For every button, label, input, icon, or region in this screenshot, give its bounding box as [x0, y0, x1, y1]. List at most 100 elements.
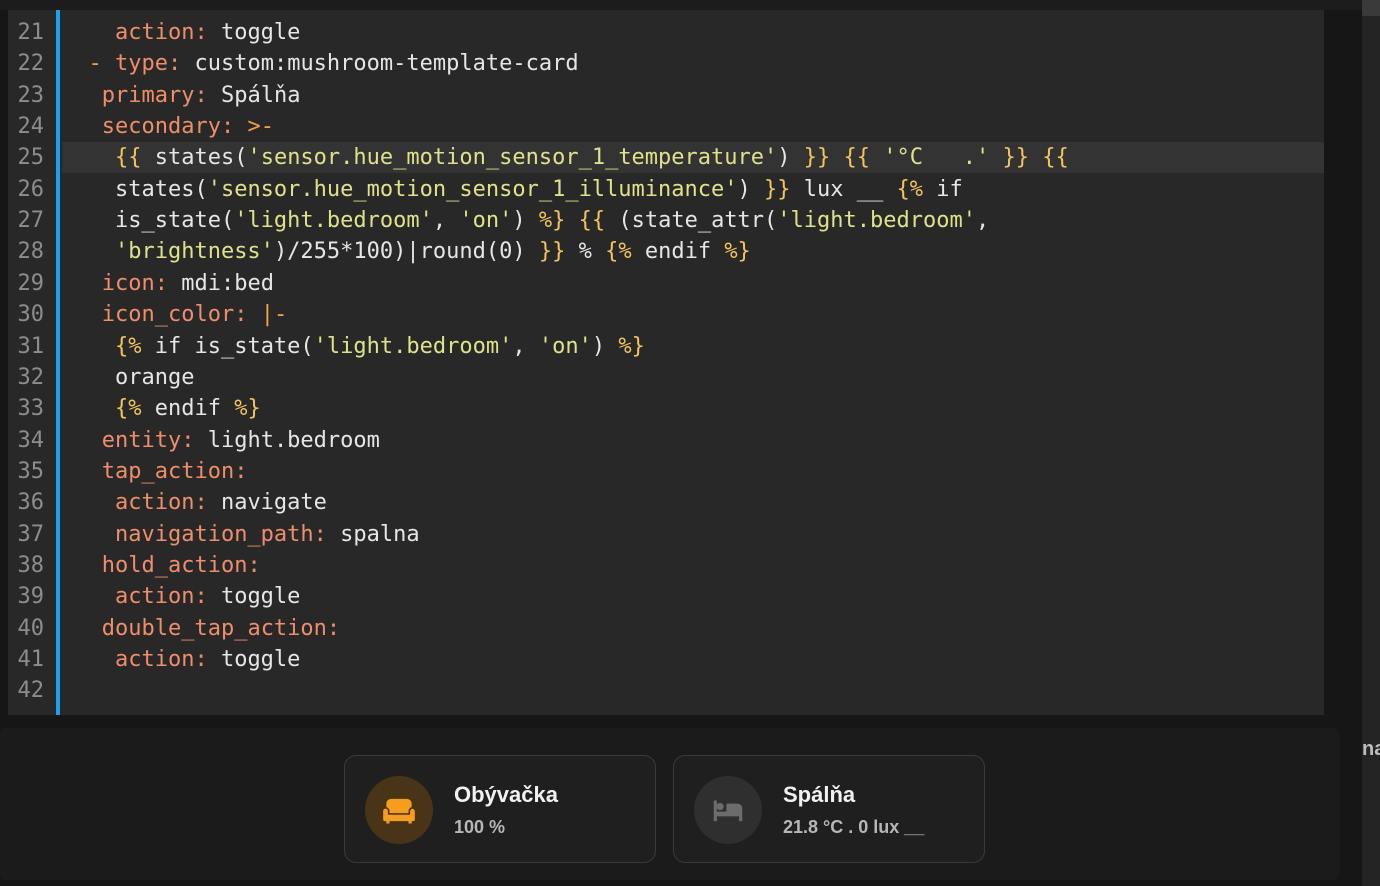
code-line[interactable]: secondary: >- — [62, 111, 1324, 142]
code-line[interactable]: {% endif %} — [62, 393, 1324, 424]
code-token: {{ — [1042, 145, 1069, 171]
code-token: mdi:bed — [167, 270, 274, 296]
code-token: ) — [591, 333, 619, 359]
line-number: 38 — [17, 552, 45, 578]
code-line[interactable]: 'brightness')/255*100)|round(0) }} % {% … — [62, 236, 1324, 267]
code-token: action: — [114, 20, 208, 45]
line-number: 33 — [17, 396, 45, 422]
code-token: }} — [764, 176, 791, 202]
code-line[interactable]: {% if is_state('light.bedroom', 'on') %} — [62, 331, 1324, 362]
code-token: icon_color: — [101, 302, 248, 328]
code-token: 'light.bedroom' — [234, 208, 433, 234]
code-token: action: — [114, 490, 208, 516]
code-line[interactable]: tap_action: — [62, 456, 1324, 487]
code-token: action: — [114, 647, 208, 672]
code-token: action: — [114, 584, 208, 610]
code-token: endif — [631, 239, 725, 265]
code-line[interactable]: action: navigate — [62, 487, 1324, 518]
code-line[interactable]: action: toggle — [62, 581, 1324, 612]
code-line[interactable]: is_state('light.bedroom', 'on') %} {{ (s… — [62, 205, 1324, 236]
code-line[interactable]: action: toggle — [62, 644, 1324, 675]
code-line[interactable]: icon: mdi:bed — [62, 268, 1324, 299]
code-line[interactable]: primary: Spálňa — [62, 80, 1324, 111]
card-icon-badge — [365, 776, 433, 844]
sofa-icon — [383, 798, 415, 824]
code-token: , — [512, 333, 539, 359]
code-token: %} — [234, 396, 261, 422]
bed-icon — [713, 800, 743, 822]
code-token: {{ — [843, 145, 871, 171]
code-token: 'sensor.hue_motion_sensor_1_temperature' — [247, 145, 778, 171]
code-token: is_state( — [62, 208, 235, 234]
card-title: Spálňa — [783, 782, 856, 807]
code-line[interactable]: orange — [62, 362, 1324, 393]
code-token: %} — [618, 333, 645, 359]
code-token: }} — [803, 145, 831, 171]
line-number: 31 — [17, 333, 45, 359]
card-spalna[interactable]: Spálňa 21.8 °C . 0 lux __ — [673, 755, 985, 863]
code-line[interactable]: {{ states('sensor.hue_motion_sensor_1_te… — [62, 142, 1324, 174]
card-obyvacka[interactable]: Obývačka 100 % — [344, 755, 656, 863]
side-panel-label: na — [1362, 738, 1380, 760]
code-token: 'sensor.hue_motion_sensor_1_illuminance' — [207, 176, 738, 202]
code-token: toggle — [207, 20, 301, 45]
code-line[interactable]: action: toggle — [62, 17, 1324, 48]
line-number: 29 — [17, 270, 45, 296]
line-number: 37 — [17, 521, 45, 547]
code-line[interactable]: double_tap_action: — [62, 613, 1324, 644]
code-editor[interactable]: 21 22 23 24 25 26 27 28 29 30 31 32 33 34 35 36 37 38 39 40… — [8, 10, 1324, 715]
code-token: {{ — [578, 208, 606, 234]
code-token: 'brightness' — [114, 239, 274, 265]
code-line[interactable]: - type: custom:mushroom-template-card — [62, 48, 1324, 79]
line-number: 23 — [17, 82, 45, 108]
code-token: endif — [141, 396, 235, 422]
code-token: , — [975, 208, 990, 234]
code-token: primary: — [101, 82, 208, 108]
code-line[interactable] — [62, 675, 1324, 706]
code-token: custom:mushroom-template-card — [181, 51, 579, 77]
code-token: states( — [62, 176, 208, 202]
card-subtitle: 100 % — [454, 817, 506, 837]
code-line[interactable]: icon_color: |- — [62, 299, 1324, 330]
line-number: 39 — [17, 584, 45, 610]
code-token: % — [565, 239, 606, 265]
code-token: '°C .' — [883, 145, 990, 171]
side-panel-tab — [1362, 0, 1380, 16]
top-strip — [0, 0, 1380, 10]
code-token: icon: — [101, 270, 168, 296]
code-token: navigation_path: — [114, 521, 327, 547]
code-token: , — [432, 208, 460, 234]
card-preview: Obývačka 100 % Spálňa 21.8 °C . 0 lux __ — [0, 728, 1340, 880]
code-token: navigate — [207, 490, 327, 516]
code-token: {% — [114, 396, 142, 422]
line-number-gutter: 21 22 23 24 25 26 27 28 29 30 31 32 33 34 35 36 37 38 39 40… — [8, 10, 50, 715]
code-line[interactable]: navigation_path: spalna — [62, 519, 1324, 550]
code-token: 'on' — [459, 208, 513, 234]
line-number: 40 — [17, 615, 45, 641]
code-line[interactable]: hold_action: — [62, 550, 1324, 581]
code-token: light.bedroom — [194, 427, 380, 453]
code-token: {{ — [114, 145, 142, 171]
code-token: |- — [247, 302, 288, 328]
side-panel: na — [1362, 0, 1380, 886]
card-title: Obývačka — [454, 782, 558, 807]
line-number: 24 — [17, 114, 45, 140]
card-icon-badge — [694, 776, 762, 844]
code-token: %} — [724, 239, 751, 265]
code-line[interactable]: states('sensor.hue_motion_sensor_1_illum… — [62, 174, 1324, 205]
code-line[interactable]: entity: light.bedroom — [62, 425, 1324, 456]
